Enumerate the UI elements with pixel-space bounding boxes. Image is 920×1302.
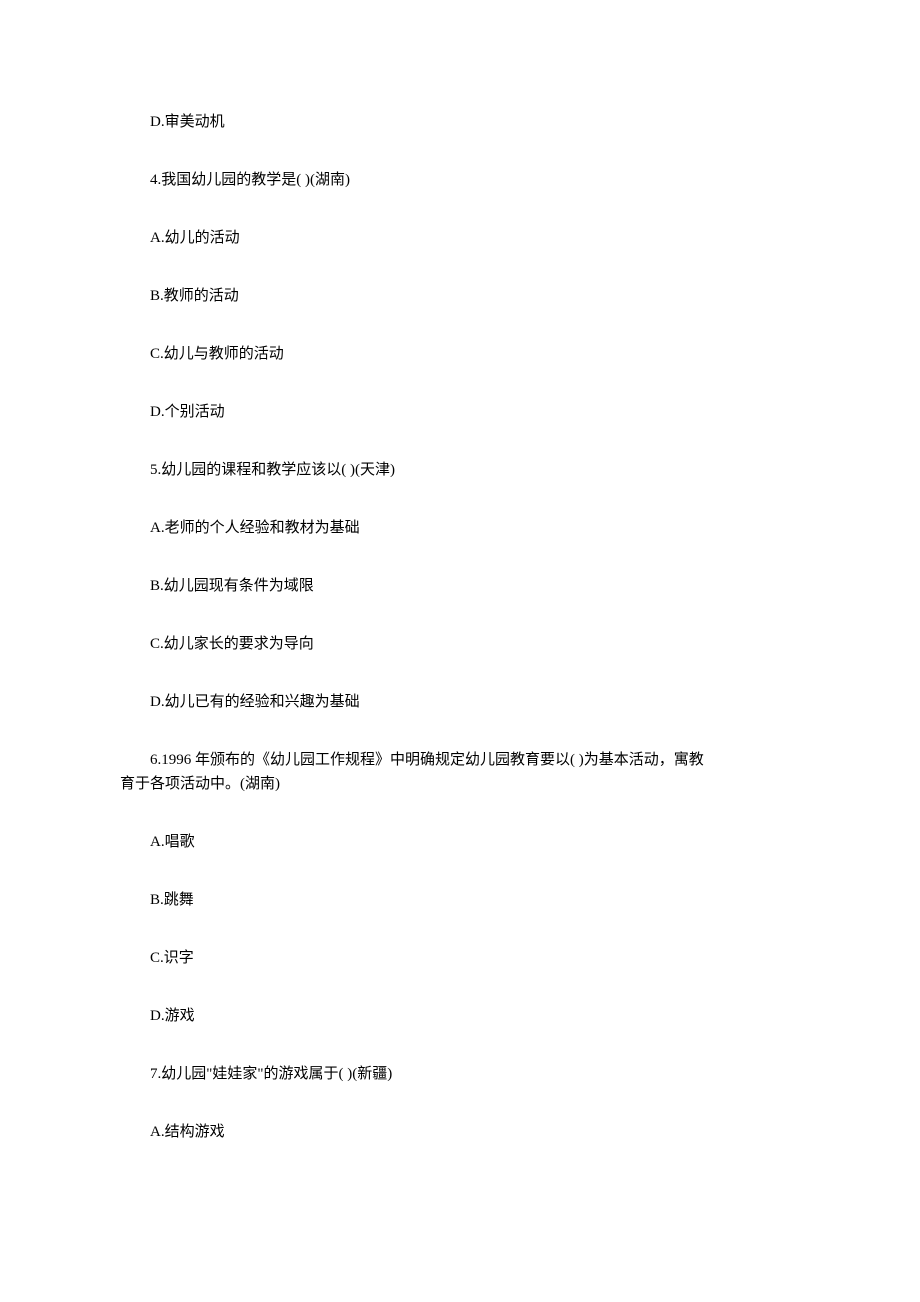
document-page: D.审美动机 4.我国幼儿园的教学是( )(湖南) A.幼儿的活动 B.教师的活… bbox=[0, 0, 920, 1238]
option-text: A.结构游戏 bbox=[120, 1120, 800, 1144]
option-text: A.幼儿的活动 bbox=[120, 226, 800, 250]
question-line-2: 育于各项活动中。(湖南) bbox=[120, 772, 800, 796]
option-text: C.幼儿与教师的活动 bbox=[120, 342, 800, 366]
option-text: A.老师的个人经验和教材为基础 bbox=[120, 516, 800, 540]
question-text: 6.1996 年颁布的《幼儿园工作规程》中明确规定幼儿园教育要以( )为基本活动… bbox=[120, 748, 800, 796]
option-text: D.幼儿已有的经验和兴趣为基础 bbox=[120, 690, 800, 714]
question-line-1: 6.1996 年颁布的《幼儿园工作规程》中明确规定幼儿园教育要以( )为基本活动… bbox=[120, 748, 800, 772]
option-text: B.幼儿园现有条件为域限 bbox=[120, 574, 800, 598]
option-text: D.审美动机 bbox=[120, 110, 800, 134]
option-text: D.个别活动 bbox=[120, 400, 800, 424]
option-text: A.唱歌 bbox=[120, 830, 800, 854]
option-text: C.识字 bbox=[120, 946, 800, 970]
option-text: D.游戏 bbox=[120, 1004, 800, 1028]
question-text: 7.幼儿园"娃娃家"的游戏属于( )(新疆) bbox=[120, 1062, 800, 1086]
question-text: 5.幼儿园的课程和教学应该以( )(天津) bbox=[120, 458, 800, 482]
option-text: C.幼儿家长的要求为导向 bbox=[120, 632, 800, 656]
question-text: 4.我国幼儿园的教学是( )(湖南) bbox=[120, 168, 800, 192]
option-text: B.跳舞 bbox=[120, 888, 800, 912]
option-text: B.教师的活动 bbox=[120, 284, 800, 308]
